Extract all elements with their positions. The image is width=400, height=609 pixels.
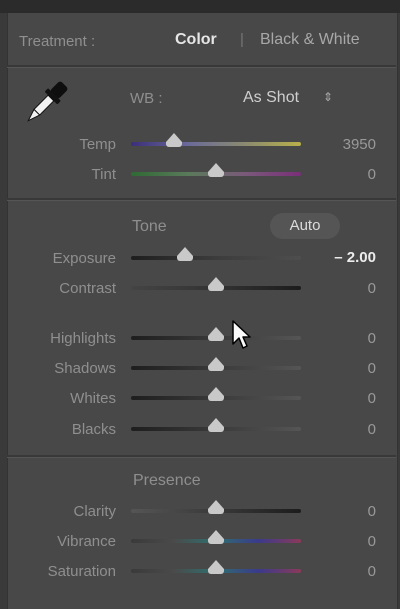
presence-section-title: Presence — [133, 472, 201, 489]
wb-select[interactable]: As Shot — [243, 89, 299, 107]
shadows-value[interactable]: 0 — [316, 360, 376, 377]
tint-value[interactable]: 0 — [316, 166, 376, 183]
divider — [7, 455, 396, 458]
saturation-value[interactable]: 0 — [316, 563, 376, 580]
blacks-value[interactable]: 0 — [316, 421, 376, 438]
tone-section-title: Tone — [132, 218, 167, 235]
treatment-bw-button[interactable]: Black & White — [260, 31, 360, 49]
treatment-separator: | — [240, 31, 244, 48]
highlights-label: Highlights — [50, 330, 116, 347]
auto-button-label: Auto — [289, 217, 321, 234]
divider — [7, 65, 396, 68]
saturation-label: Saturation — [47, 563, 116, 580]
vibrance-label: Vibrance — [57, 533, 116, 550]
blacks-label: Blacks — [71, 421, 116, 438]
whites-value[interactable]: 0 — [316, 390, 376, 407]
treatment-label: Treatment : — [19, 33, 96, 50]
whites-label: Whites — [70, 390, 116, 407]
contrast-value[interactable]: 0 — [316, 280, 376, 297]
clarity-label: Clarity — [73, 503, 116, 520]
contrast-label: Contrast — [59, 280, 116, 297]
vibrance-value[interactable]: 0 — [316, 533, 376, 550]
shadows-label: Shadows — [54, 360, 116, 377]
temp-slider-track[interactable] — [131, 142, 301, 146]
auto-button[interactable]: Auto — [270, 213, 340, 239]
wb-arrows-icon[interactable]: ⇕ — [323, 90, 333, 104]
temp-value[interactable]: 3950 — [316, 136, 376, 153]
treatment-color-button[interactable]: Color — [175, 31, 217, 49]
wb-label: WB : — [130, 90, 163, 107]
exposure-label: Exposure — [52, 250, 116, 267]
eyedropper-icon[interactable] — [20, 77, 72, 129]
mouse-pointer-icon — [232, 320, 252, 354]
highlights-value[interactable]: 0 — [316, 330, 376, 347]
top-strip — [0, 0, 400, 13]
divider — [7, 198, 396, 201]
exposure-slider-track[interactable] — [131, 256, 301, 260]
exposure-value[interactable]: – 2.00 — [316, 249, 376, 266]
clarity-value[interactable]: 0 — [316, 503, 376, 520]
tint-label: Tint — [91, 166, 116, 183]
temp-label: Temp — [79, 136, 116, 153]
